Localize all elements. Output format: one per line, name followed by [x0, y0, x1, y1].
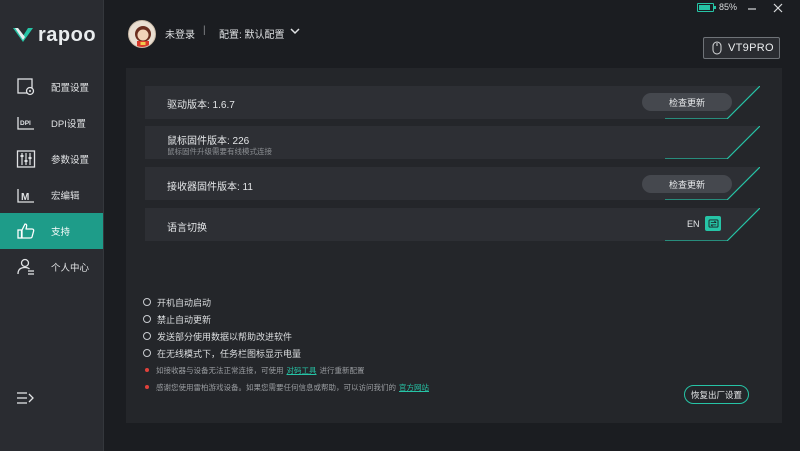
- receiver-firmware-label: 接收器固件版本: 11: [167, 182, 253, 193]
- sidebar-item-label: 个人中心: [51, 263, 90, 274]
- mouse-firmware-label: 鼠标固件版本: 226: [167, 136, 250, 147]
- macro-icon: M: [17, 189, 34, 203]
- sidebar-item-config[interactable]: 配置设置: [0, 69, 103, 105]
- language-switch-button[interactable]: [705, 216, 721, 231]
- logo-text: rapoo: [38, 23, 97, 46]
- option-send-usage-data[interactable]: 发送部分使用数据以帮助改进软件: [143, 330, 292, 342]
- config-selector[interactable]: 配置: 默认配置: [219, 26, 285, 41]
- pairing-tool-link[interactable]: 对码工具: [287, 365, 317, 376]
- pairing-notice: 如接收器与设备无法正常连接，可使用 对码工具 进行重新配置: [145, 365, 365, 375]
- radio-button[interactable]: [143, 298, 151, 306]
- close-icon[interactable]: [772, 2, 784, 14]
- driver-version-row: 驱动版本: 1.6.7 检查更新: [145, 86, 760, 119]
- option-disable-auto-update[interactable]: 禁止自动更新: [143, 313, 211, 325]
- sidebar-item-label: 支持: [51, 227, 71, 238]
- row-background: [145, 208, 760, 241]
- notice-text: 感谢您使用雷柏游戏设备。如果您需要任何信息或帮助，可以访问我们的: [156, 382, 396, 392]
- sidebar-item-label: 配置设置: [51, 83, 90, 94]
- sidebar-item-profile[interactable]: 个人中心: [0, 249, 103, 285]
- mouse-icon: [712, 41, 722, 55]
- login-status[interactable]: 未登录: [165, 26, 195, 41]
- thumbs-up-icon: [17, 223, 35, 239]
- check-update-driver-button[interactable]: 检查更新: [642, 93, 732, 111]
- device-selector[interactable]: VT9PRO: [703, 37, 780, 59]
- rapoo-logo: rapoo: [12, 24, 96, 46]
- language-label: 语言切换: [167, 223, 207, 234]
- check-update-receiver-button[interactable]: 检查更新: [642, 175, 732, 193]
- current-language: EN: [687, 219, 700, 229]
- radio-button[interactable]: [143, 332, 151, 340]
- sidebar-item-label: 宏编辑: [51, 191, 80, 202]
- option-label: 发送部分使用数据以帮助改进软件: [157, 331, 293, 342]
- svg-text:M: M: [21, 192, 29, 203]
- option-label: 在无线模式下，任务栏图标显示电量: [157, 348, 302, 359]
- user-icon: [17, 258, 34, 275]
- svg-text:DPI: DPI: [20, 120, 31, 127]
- sidebar-item-macro[interactable]: M 宏编辑: [0, 177, 103, 213]
- sidebar-item-dpi[interactable]: DPI DPI设置: [0, 105, 103, 141]
- config-icon: [17, 78, 35, 96]
- radio-button[interactable]: [143, 349, 151, 357]
- thanks-notice: 感谢您使用雷柏游戏设备。如果您需要任何信息或帮助，可以访问我们的 官方网站: [145, 382, 432, 392]
- option-label: 开机自动启动: [157, 297, 212, 308]
- menu-collapse-icon[interactable]: [16, 390, 34, 406]
- sidebar-item-params[interactable]: 参数设置: [0, 141, 103, 177]
- avatar[interactable]: [128, 20, 156, 48]
- notice-dot: [145, 368, 149, 372]
- receiver-firmware-row: 接收器固件版本: 11 检查更新: [145, 167, 760, 200]
- notice-text: 如接收器与设备无法正常连接，可使用: [156, 365, 284, 375]
- battery-level-fill: [699, 5, 711, 10]
- sidebar-item-label: DPI设置: [51, 119, 86, 130]
- header-separator: |: [203, 25, 206, 36]
- option-label: 禁止自动更新: [157, 314, 212, 325]
- official-website-link[interactable]: 官方网站: [399, 382, 429, 393]
- radio-button[interactable]: [143, 315, 151, 323]
- sliders-icon: [16, 150, 36, 168]
- battery-icon: [697, 3, 716, 12]
- option-auto-start[interactable]: 开机自动启动: [143, 296, 211, 308]
- avatar-girl-icon: [135, 26, 151, 47]
- swap-icon: [708, 219, 718, 228]
- sidebar-item-label: 参数设置: [51, 155, 90, 166]
- device-name: VT9PRO: [728, 42, 774, 54]
- language-row: 语言切换 EN: [145, 208, 760, 241]
- notice-dot: [145, 385, 149, 389]
- chevron-down-icon[interactable]: [290, 27, 300, 35]
- sidebar: rapoo 配置设置 DPI DPI设置 参数设置 M 宏编辑 支持 个人中心: [0, 0, 104, 451]
- sidebar-item-support[interactable]: 支持: [0, 213, 103, 249]
- notice-text: 进行重新配置: [319, 365, 365, 375]
- option-taskbar-battery[interactable]: 在无线模式下，任务栏图标显示电量: [143, 347, 301, 359]
- rapoo-v-logo-icon: [13, 28, 33, 42]
- mouse-firmware-note: 鼠标固件升级需要有线模式连接: [167, 147, 272, 156]
- minimize-icon[interactable]: [746, 2, 758, 14]
- dpi-icon: DPI: [17, 117, 34, 130]
- battery-percent: 85%: [719, 2, 738, 12]
- mouse-firmware-row: 鼠标固件版本: 226 鼠标固件升级需要有线模式连接: [145, 126, 760, 159]
- factory-reset-button[interactable]: 恢复出厂设置: [684, 385, 749, 404]
- driver-version-label: 驱动版本: 1.6.7: [167, 100, 235, 111]
